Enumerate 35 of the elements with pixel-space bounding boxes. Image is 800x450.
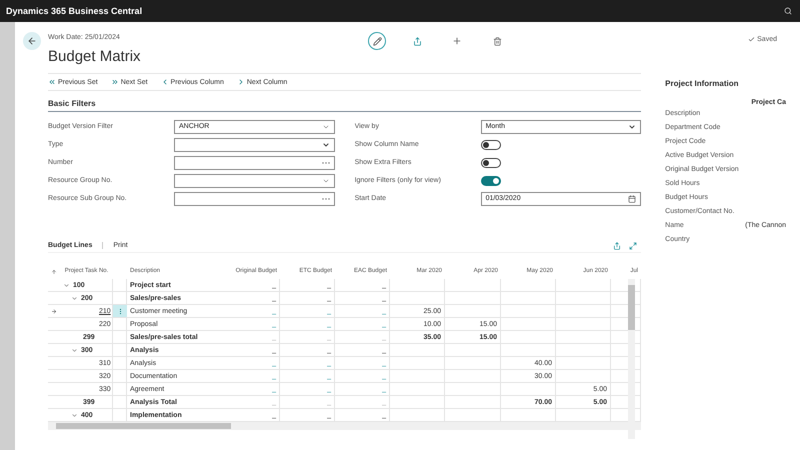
app-title: Dynamics 365 Business Central bbox=[6, 6, 142, 16]
trash-icon bbox=[492, 36, 502, 46]
toggle-switch[interactable] bbox=[480, 176, 501, 186]
check-icon bbox=[748, 36, 756, 43]
horizontal-scrollbar[interactable] bbox=[48, 422, 642, 430]
share-icon bbox=[412, 36, 422, 46]
double-right-icon bbox=[110, 78, 119, 86]
share-icon[interactable] bbox=[613, 242, 622, 250]
dropdown-field[interactable] bbox=[174, 174, 335, 188]
collapse-icon[interactable] bbox=[71, 346, 78, 354]
chevron-down-icon bbox=[322, 140, 330, 148]
page-title: Budget Matrix bbox=[48, 48, 142, 65]
back-arrow-icon bbox=[27, 36, 37, 46]
back-button[interactable] bbox=[23, 32, 41, 50]
lookup-field[interactable] bbox=[174, 156, 335, 170]
double-left-icon bbox=[48, 78, 56, 86]
lookup-field[interactable] bbox=[174, 192, 335, 206]
pencil-icon bbox=[372, 36, 382, 46]
vertical-scrollbar[interactable] bbox=[628, 279, 636, 439]
collapse-icon[interactable] bbox=[71, 294, 78, 302]
calendar-icon bbox=[628, 194, 636, 202]
current-row-icon bbox=[51, 308, 57, 314]
toggle-switch[interactable] bbox=[480, 158, 501, 168]
collapse-icon[interactable] bbox=[63, 282, 70, 288]
search-icon[interactable] bbox=[784, 7, 792, 15]
expand-icon[interactable] bbox=[629, 242, 638, 250]
section-title: Basic Filters bbox=[48, 91, 642, 112]
collapse-icon[interactable] bbox=[71, 412, 78, 418]
chevron-down-icon bbox=[628, 122, 636, 130]
edit-button[interactable] bbox=[368, 32, 386, 50]
sort-icon[interactable] bbox=[51, 269, 57, 275]
toggle-switch[interactable] bbox=[480, 140, 501, 150]
dropdown-field[interactable] bbox=[174, 138, 335, 152]
panel-title: Project Information bbox=[665, 79, 740, 88]
plus-icon bbox=[452, 36, 462, 46]
